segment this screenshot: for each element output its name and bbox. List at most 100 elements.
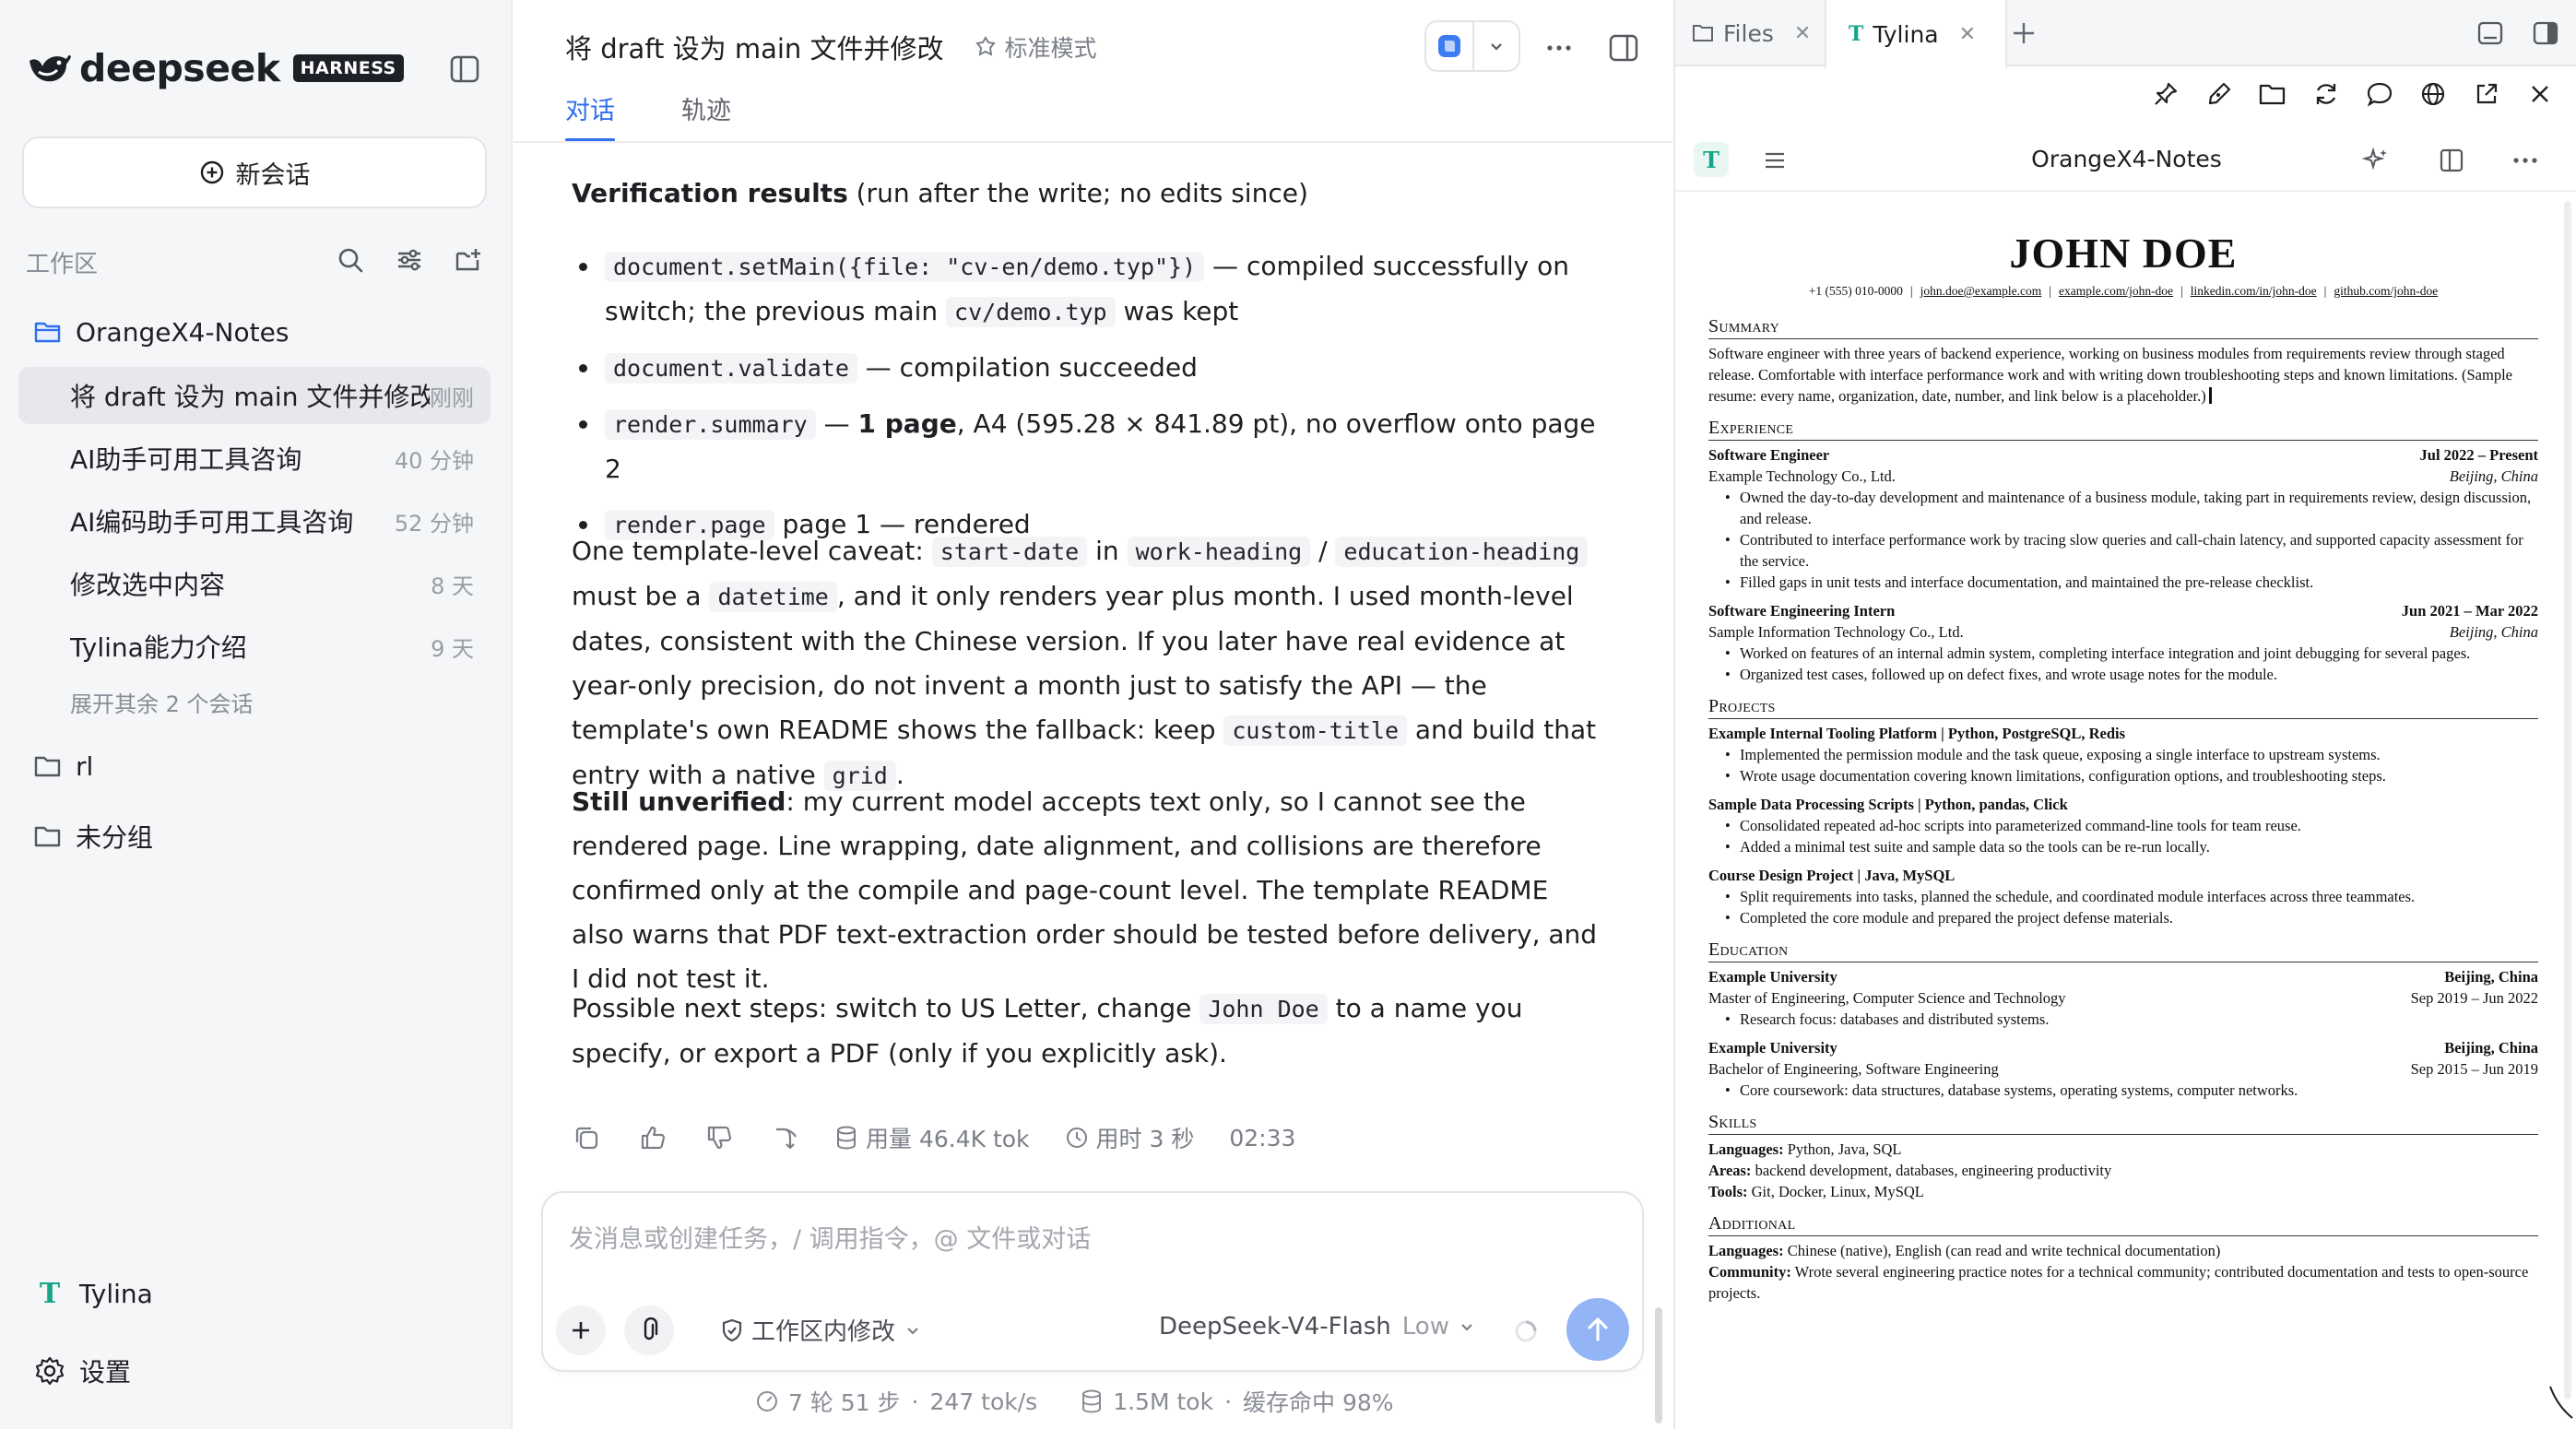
new-folder-icon[interactable] [450,242,487,278]
close-icon[interactable]: ✕ [1794,22,1811,45]
workspace-label: 工作区 [26,250,99,278]
tab-tylina[interactable]: T Tylina ✕ [1825,0,2007,68]
caveat-paragraph: One template-level caveat: start-date in… [572,536,1597,791]
tab-files[interactable]: Files ✕ [1692,0,1830,66]
tab-conversation[interactable]: 对话 [565,90,615,142]
new-chat-button[interactable]: 新会话 [22,136,487,208]
arrow-up-icon [1588,1317,1608,1341]
chat-tabs: 对话 轨迹 [565,90,731,142]
close-icon[interactable] [2522,76,2558,112]
thumbs-up-icon[interactable] [635,1120,670,1155]
globe-icon[interactable] [2415,76,2452,112]
expand-more-conversations[interactable]: 展开其余 2 个会话 [70,686,254,718]
scrollbar[interactable] [2564,201,2571,1399]
model-selector[interactable]: DeepSeek-V4-Flash Low [1159,1313,1475,1340]
copy-icon[interactable] [569,1120,604,1155]
message-time: 02:33 [1229,1124,1296,1151]
skills-list: Languages: Python, Java, SQL Areas: back… [1708,1140,2112,1200]
pen-icon[interactable] [2201,76,2238,112]
resume-contacts: +1 (555) 010-0000 | john.doe@example.com | e… [1808,284,2439,298]
conversation-item[interactable]: AI助手可用工具咨询 40 分钟 [18,430,490,487]
tab-trajectory[interactable]: 轨迹 [681,90,731,136]
workspace-header: 工作区 [26,242,487,282]
conversation-item[interactable]: AI编码助手可用工具咨询 52 分钟 [18,492,490,549]
chevron-down-icon [1459,1318,1475,1335]
settings-link[interactable]: 设置 [33,1348,131,1394]
folder-icon [33,751,63,781]
list-item: render.summary — 1 page, A4 (595.28 × 84… [572,402,1604,491]
tylina-t-icon: T [39,1277,61,1310]
folder-rl[interactable]: rl [33,743,93,789]
sparkle-icon[interactable] [2357,142,2394,179]
folder-ungrouped[interactable]: 未分组 [33,813,153,859]
database-icon [1080,1388,1104,1414]
project-entry: Course Design Project | Java, MySQL Spli… [1708,865,2538,928]
folder-icon [33,821,63,851]
edit-scope-selector[interactable]: 工作区内修改 [720,1313,928,1347]
chat-header: 将 draft 设为 main 文件并修改 标准模式 [565,28,1097,66]
pin-icon[interactable] [2147,76,2184,112]
panel-toolbar [1675,68,2576,120]
more-options-icon[interactable] [1541,30,1578,66]
app-name: Tylina [79,1278,153,1309]
split-view-icon[interactable] [2433,142,2470,179]
external-link-icon[interactable] [2468,76,2505,112]
outline-menu-icon[interactable] [1756,142,1793,179]
mode-tag[interactable]: 标准模式 [974,30,1097,64]
chevron-down-icon [1474,38,1518,54]
send-button[interactable] [1566,1298,1629,1361]
project-folder-orangex4[interactable]: OrangeX4-Notes [33,309,289,355]
token-usage: 用量 46.4K tok [834,1121,1030,1154]
more-options-icon[interactable] [2507,142,2544,179]
session-stats: 7 轮 51 步 · 247 tok/s 1.5M tok · 缓存命中 98% [755,1385,1394,1418]
folder-icon[interactable] [2254,76,2291,112]
scrollbar[interactable] [1655,1307,1662,1423]
harness-badge: HARNESS [292,54,404,82]
next-steps-paragraph: Possible next steps: switch to US Letter… [572,993,1523,1069]
education-entry: Example University Beijing, China Bachelo… [1708,1037,2538,1101]
branch-icon[interactable] [768,1120,803,1155]
verification-list: document.setMain({file: "cv-en/demo.typ"… [572,244,1604,559]
clock-icon [1065,1126,1089,1150]
conversation-item[interactable]: Tylina能力介绍 9 天 [18,618,490,675]
database-icon [834,1125,858,1151]
thumbs-down-icon[interactable] [702,1120,737,1155]
split-panel-icon[interactable] [2529,17,2562,50]
app-tylina-link[interactable]: T Tylina [33,1270,153,1317]
unverified-paragraph: Still unverified: my current model accep… [572,786,1598,994]
side-panel-toggle-icon[interactable] [1605,30,1642,66]
minimize-panel-icon[interactable] [2474,17,2507,50]
plus-icon [573,1322,589,1339]
section-heading: Experience [1708,418,2538,441]
brand[interactable]: deepseek HARNESS [26,42,404,94]
conversation-item[interactable]: 将 draft 设为 main 文件并修改 刚刚 [18,367,490,424]
list-item: document.setMain({file: "cv-en/demo.typ"… [572,244,1604,335]
paperclip-icon [644,1317,658,1340]
conversation-item[interactable]: 修改选中内容 8 天 [18,555,490,612]
comment-icon[interactable] [2361,76,2398,112]
filter-sliders-icon[interactable] [391,242,428,278]
steps-stat: 7 轮 51 步 · 247 tok/s [755,1385,1037,1418]
sidebar-toggle-icon[interactable] [446,51,483,88]
resize-handle-icon[interactable] [2546,1383,2574,1420]
new-tab-plus-icon[interactable] [2007,17,2040,50]
message-input[interactable]: 发消息或创建任务，/ 调用指令，@ 文件或对话 [569,1219,1091,1255]
resume-name: JOHN DOE [2009,230,2238,277]
model-switcher[interactable] [1424,20,1520,72]
tylina-t-icon: T [1849,22,1864,46]
attach-button[interactable] [624,1305,674,1355]
conversation-title: AI助手可用工具咨询 [70,444,302,475]
preview-panel: Files ✕ T Tylina ✕ T OrangeX4-Notes JOHN… [1673,0,2576,1429]
experience-entry: Software Engineering Intern Jun 2021 – Ma… [1708,600,2538,685]
search-icon[interactable] [332,242,369,278]
project-entry: Example Internal Tooling Platform | Pyth… [1708,723,2538,786]
close-icon[interactable]: ✕ [1959,23,1976,46]
conversation-time: 52 分钟 [394,510,474,537]
message-actions: 用量 46.4K tok 用时 3 秒 02:33 [569,1118,1330,1157]
settings-label: 设置 [79,1357,132,1388]
summary-text: Software engineer with three years of ba… [1708,345,2512,405]
refresh-icon[interactable] [2308,76,2345,112]
conversation-title: 修改选中内容 [70,570,226,600]
panel-tabs: Files ✕ T Tylina ✕ [1675,0,2576,68]
add-button[interactable] [556,1305,606,1355]
